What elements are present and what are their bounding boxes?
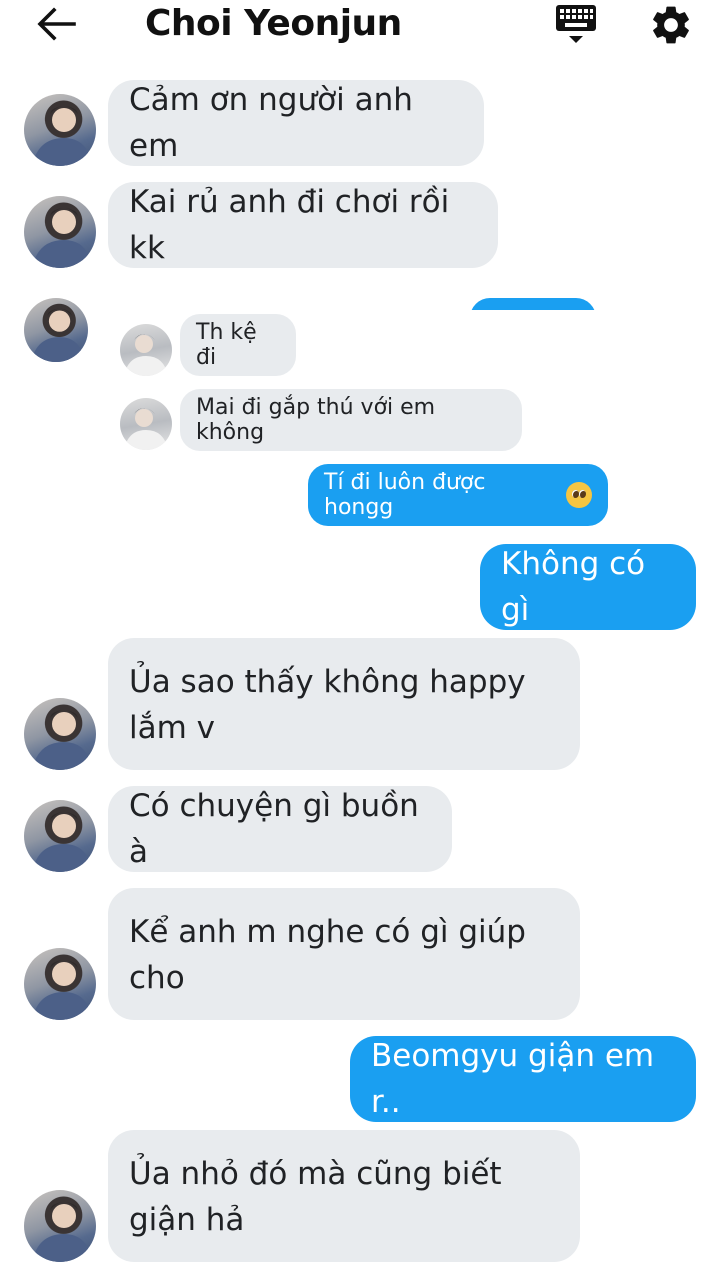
- settings-button[interactable]: [648, 2, 694, 48]
- message-bubble-incoming[interactable]: Kể anh m nghe có gì giúp cho: [108, 888, 580, 1020]
- contact-avatar[interactable]: [24, 698, 96, 770]
- shared-chat-avatar: [120, 398, 172, 450]
- contact-avatar[interactable]: [24, 948, 96, 1020]
- keyboard-button[interactable]: [553, 2, 599, 48]
- back-button[interactable]: [34, 4, 78, 44]
- contact-avatar[interactable]: [24, 1190, 96, 1262]
- shared-chat-avatar: [120, 324, 172, 376]
- message-bubble-outgoing[interactable]: Không có gì: [480, 544, 696, 630]
- contact-avatar[interactable]: [24, 94, 96, 166]
- contact-avatar[interactable]: [24, 298, 88, 362]
- shared-chat-bubble-incoming: Th kệ đi: [180, 314, 296, 376]
- message-bubble-incoming[interactable]: Ủa nhỏ đó mà cũng biết giận hả: [108, 1130, 580, 1262]
- message-bubble-incoming[interactable]: Ủa sao thấy không happy lắm v: [108, 638, 580, 770]
- contact-avatar[interactable]: [24, 800, 96, 872]
- message-bubble-outgoing[interactable]: Beomgyu giận em r..: [350, 1036, 696, 1122]
- shared-chat-bubble-incoming: Mai đi gắp thú với em không: [180, 389, 522, 451]
- message-bubble-incoming[interactable]: Kai rủ anh đi chơi rồi kk: [108, 182, 498, 268]
- message-bubble-incoming[interactable]: Cảm ơn người anh em: [108, 80, 484, 166]
- arrow-left-icon: [37, 7, 76, 41]
- shared-chat-bubble-text: Tí đi luôn được hongg: [324, 470, 486, 520]
- contact-avatar[interactable]: [24, 196, 96, 268]
- shared-chat-bubble-outgoing: Tí đi luôn được hongg: [308, 464, 608, 526]
- chat-screen: Choi Yeonjun Cảm ơn người anh em Kai rủ …: [0, 0, 720, 1265]
- message-bubble-incoming[interactable]: Có chuyện gì buồn à: [108, 786, 452, 872]
- keyboard-icon: [556, 5, 596, 43]
- chat-header: Choi Yeonjun: [0, 0, 720, 52]
- pleading-face-icon: [566, 482, 592, 508]
- chat-title: Choi Yeonjun: [145, 3, 402, 44]
- gear-icon: [653, 6, 689, 44]
